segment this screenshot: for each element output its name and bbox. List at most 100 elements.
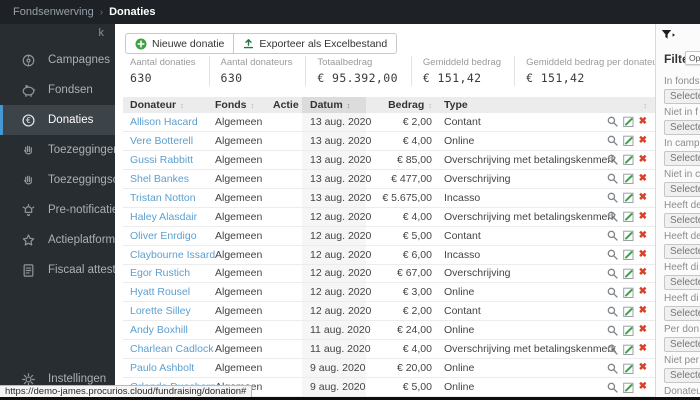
- cell-amount: € 4,00: [402, 134, 432, 147]
- column-header-fonds[interactable]: Fonds ↕: [215, 97, 273, 113]
- magnifier-icon[interactable]: [607, 344, 618, 355]
- donor-link[interactable]: Paulo Ashbolt: [130, 362, 194, 374]
- sidebar-item-actieplatform[interactable]: Actieplatform: [0, 225, 115, 255]
- donor-link[interactable]: Shel Bankes: [130, 173, 189, 185]
- magnifier-icon[interactable]: [607, 211, 618, 222]
- magnifier-icon[interactable]: [607, 135, 618, 147]
- donor-link[interactable]: Egor Rustich: [130, 267, 190, 279]
- donor-link[interactable]: Lorette Silley: [130, 305, 191, 317]
- magnifier-icon[interactable]: [607, 116, 618, 128]
- cell-donor: Charlean Cadlock: [123, 340, 215, 358]
- red-x-icon[interactable]: ✖: [639, 135, 647, 146]
- donor-link[interactable]: Haley Alasdair: [130, 211, 197, 223]
- red-x-icon[interactable]: ✖: [639, 344, 647, 354]
- red-x-icon[interactable]: ✖: [639, 116, 647, 127]
- breadcrumb-root[interactable]: Fondsenwerving: [13, 6, 94, 18]
- filter-select[interactable]: Selecteer: [664, 182, 700, 197]
- filter-select[interactable]: Selecteer: [664, 368, 700, 383]
- red-x-icon[interactable]: ✖: [639, 230, 647, 241]
- filter-select[interactable]: Selecteer: [664, 275, 700, 290]
- filter-select[interactable]: Selecteer: [664, 306, 700, 321]
- sidebar-item-fondsen[interactable]: Fondsen: [0, 75, 115, 105]
- red-x-icon[interactable]: ✖: [639, 211, 647, 222]
- donor-link[interactable]: Hyatt Rousel: [130, 286, 190, 298]
- magnifier-icon[interactable]: [607, 249, 618, 260]
- red-x-icon[interactable]: ✖: [639, 363, 647, 373]
- donor-link[interactable]: Gussi Rabbitt: [130, 154, 193, 166]
- edit-note-icon[interactable]: [622, 173, 634, 185]
- sidebar-item-donaties[interactable]: € Donaties: [0, 105, 115, 135]
- edit-note-icon[interactable]: [622, 154, 634, 166]
- cell-amount: € 6,00: [402, 248, 432, 261]
- donor-link[interactable]: Allison Hacard: [130, 116, 198, 128]
- magnifier-icon[interactable]: [607, 325, 618, 336]
- edit-note-icon[interactable]: [622, 249, 634, 261]
- new-donation-button[interactable]: Nieuwe donatie: [126, 34, 233, 53]
- filter-select[interactable]: Selecteer: [664, 213, 700, 228]
- filter-select[interactable]: Selecteer: [664, 151, 700, 166]
- red-x-icon[interactable]: ✖: [639, 268, 647, 278]
- sidebar-collapse-hint[interactable]: k: [99, 27, 105, 39]
- magnifier-icon[interactable]: [607, 154, 618, 165]
- red-x-icon[interactable]: ✖: [639, 192, 647, 203]
- donor-link[interactable]: Charlean Cadlock: [130, 343, 213, 355]
- red-x-icon[interactable]: ✖: [639, 173, 647, 184]
- edit-note-icon[interactable]: [622, 344, 634, 355]
- filter-select[interactable]: Selecteer: [664, 89, 700, 104]
- edit-note-icon[interactable]: [622, 363, 634, 374]
- sidebar: k Campagnes Fondsen € Donaties Toezeggingen T…: [0, 24, 154, 400]
- column-header-actie[interactable]: Actie↕: [273, 97, 306, 113]
- edit-note-icon[interactable]: [622, 211, 634, 223]
- filter-select[interactable]: Selecteer: [664, 244, 700, 259]
- donor-link[interactable]: Andy Boxhill: [130, 324, 188, 336]
- edit-note-icon[interactable]: [622, 230, 634, 242]
- cell-type: Overschrijving met betalingskenmerk: [444, 153, 617, 166]
- red-x-icon[interactable]: ✖: [639, 325, 647, 335]
- donor-link[interactable]: Claybourne Issard: [130, 249, 215, 261]
- donations-table: Donateur↕Fonds↕Actie↕Datum↕Bedrag↕Type↕ …: [123, 97, 655, 398]
- magnifier-icon[interactable]: [607, 306, 618, 317]
- edit-note-icon[interactable]: [622, 306, 634, 317]
- export-excel-button[interactable]: Exporteer als Excelbestand: [233, 34, 396, 53]
- donor-link[interactable]: Vere Botterell: [130, 135, 193, 147]
- donor-link[interactable]: Oliver Enrdigo: [130, 230, 197, 242]
- filter-open-chip[interactable]: Ope: [685, 51, 700, 65]
- sidebar-item-toezeggingscontrole[interactable]: Toezeggingscontrole: [0, 165, 154, 195]
- column-header-bedrag[interactable]: Bedrag ↕: [366, 97, 436, 113]
- sidebar-item-label: Fiscaal attest: [48, 264, 116, 276]
- column-header-datum[interactable]: Datum ↕: [302, 97, 366, 113]
- magnifier-icon[interactable]: [607, 192, 618, 203]
- magnifier-icon[interactable]: [607, 382, 618, 393]
- edit-note-icon[interactable]: [622, 268, 634, 279]
- cell-actions: ✖: [593, 378, 655, 396]
- edit-note-icon[interactable]: [622, 382, 634, 393]
- edit-note-icon[interactable]: [622, 325, 634, 336]
- donor-link[interactable]: Tristan Notton: [130, 192, 196, 204]
- magnifier-icon[interactable]: [607, 173, 618, 184]
- sidebar-item-pre-notificatie[interactable]: Pre-notificatie: [0, 195, 118, 225]
- edit-note-icon[interactable]: [622, 192, 634, 204]
- red-x-icon[interactable]: ✖: [639, 287, 647, 297]
- filter-funnel-icon[interactable]: [661, 29, 676, 41]
- column-header-donateur[interactable]: Donateur ↕: [123, 97, 215, 113]
- edit-note-icon[interactable]: [622, 116, 634, 128]
- filter-select[interactable]: Selecteer: [664, 120, 700, 135]
- sidebar-item-campagnes[interactable]: Campagnes: [0, 45, 115, 75]
- edit-note-icon[interactable]: [622, 135, 634, 147]
- cell-action: [273, 321, 302, 339]
- cell-action: [273, 113, 302, 131]
- edit-note-icon[interactable]: [622, 287, 634, 298]
- magnifier-icon[interactable]: [607, 230, 618, 241]
- red-x-icon[interactable]: ✖: [639, 306, 647, 316]
- red-x-icon[interactable]: ✖: [639, 249, 647, 260]
- magnifier-icon[interactable]: [607, 287, 618, 298]
- magnifier-icon[interactable]: [607, 268, 618, 279]
- red-x-icon[interactable]: ✖: [639, 382, 647, 392]
- stat-aantal-donateurs: Aantal donateurs 630: [208, 56, 306, 86]
- column-header-type[interactable]: Type: [436, 97, 593, 113]
- magnifier-icon[interactable]: [607, 363, 618, 374]
- filter-select[interactable]: Selecteer: [664, 337, 700, 352]
- sidebar-item-toezeggingen[interactable]: Toezeggingen: [0, 135, 120, 165]
- sidebar-item-fiscaal-attest[interactable]: Fiscaal attest: [0, 255, 116, 285]
- red-x-icon[interactable]: ✖: [639, 154, 647, 165]
